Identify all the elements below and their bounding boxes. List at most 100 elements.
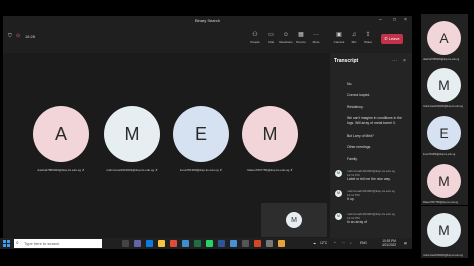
- avatar: A: [427, 21, 461, 55]
- settings-app-icon[interactable]: [242, 240, 249, 247]
- weather-temp[interactable]: 12°C: [320, 241, 327, 245]
- avatar: A: [33, 106, 89, 162]
- taskbar-clock[interactable]: 10:53 PM 4/21/2022: [382, 239, 396, 248]
- record-icon: ⊙: [16, 33, 21, 39]
- close-icon[interactable]: ×: [403, 58, 406, 64]
- reactions-button[interactable]: ☺ Reactions: [278, 31, 294, 47]
- gallery-name: mahmmad1934903@iksp.ks.edu.sg: [423, 105, 463, 108]
- gallery-tile[interactable]: M Mateo7807765@iksp.ks.edu.sg: [421, 157, 468, 205]
- title-bar: Binary Search – □ ×: [3, 16, 412, 26]
- chat-button[interactable]: ▭ Chat: [263, 31, 279, 47]
- participant-stage: A dawhat7880929@iksp.ks.edu.sg✗ M mahmma…: [3, 53, 330, 238]
- whatsapp-app-icon[interactable]: [206, 240, 213, 247]
- participant-tile[interactable]: E irena781380@iksp.ks.edu.sg✗: [173, 106, 229, 172]
- transcript-line: Other meetings.: [347, 145, 372, 149]
- share-button[interactable]: ⇪ Share: [360, 31, 376, 47]
- avatar: M: [427, 213, 461, 247]
- avatar: M: [242, 106, 298, 162]
- participant-name: irena781380@iksp.ks.edu.sg✗: [179, 168, 223, 172]
- word-app-icon[interactable]: [218, 240, 225, 247]
- app-icon[interactable]: [278, 240, 285, 247]
- self-video-tile[interactable]: M: [261, 203, 327, 237]
- volume-icon[interactable]: ♪: [350, 241, 352, 245]
- teams-meeting-window: Binary Search – □ × ⛉ ⊙ 16:28 ⚇ People ▭…: [3, 16, 412, 238]
- transcript-line: Family.: [347, 157, 358, 161]
- avatar: M: [335, 213, 342, 220]
- excel-app-icon[interactable]: [194, 240, 201, 247]
- transcript-line: Residency.: [347, 105, 364, 109]
- transcript-pane: Transcript ··· × No. Corona looped. Resi…: [330, 53, 412, 238]
- avatar: M: [104, 106, 160, 162]
- powerpoint-app-icon[interactable]: [254, 240, 261, 247]
- transcript-line: It up.: [347, 197, 355, 201]
- more-button[interactable]: ··· More: [308, 31, 324, 47]
- avatar: M: [335, 170, 342, 177]
- tray-chevron-icon[interactable]: ^: [334, 241, 336, 245]
- wifi-icon[interactable]: ◠: [342, 241, 345, 245]
- rooms-icon: ▦: [298, 32, 304, 38]
- language-indicator[interactable]: ENG: [360, 241, 367, 245]
- transcript-line: No.: [347, 82, 353, 86]
- task-view-icon[interactable]: [122, 240, 129, 247]
- zoom-app-icon[interactable]: [230, 240, 237, 247]
- more-icon[interactable]: ···: [392, 58, 397, 64]
- leave-button[interactable]: ✆Leave: [381, 34, 403, 44]
- people-button[interactable]: ⚇ People: [247, 31, 263, 47]
- transcript-line: We can't imagine in conditions in the lo…: [347, 116, 402, 125]
- participant-name: dawhat7880929@iksp.ks.edu.sg✗: [37, 168, 85, 172]
- gallery-name: Mateo7807765@iksp.ks.edu.sg: [423, 201, 459, 204]
- avatar: E: [427, 116, 461, 150]
- avatar: M: [427, 164, 461, 198]
- edge-app-icon[interactable]: [146, 240, 153, 247]
- meeting-toolbar: ⛉ ⊙ 16:28 ⚇ People ▭ Chat ☺ Reactions ▦ …: [3, 26, 412, 53]
- close-icon[interactable]: ×: [404, 18, 407, 23]
- participant-name: mahmmad1934903@iksp.ks.edu.sg✗: [106, 168, 158, 172]
- transcript-title: Transcript: [334, 58, 359, 64]
- maximize-icon[interactable]: □: [393, 18, 396, 23]
- more-icon: ···: [313, 32, 319, 38]
- participant-tile[interactable]: M mahmmad1934903@iksp.ks.edu.sg✗: [104, 106, 160, 172]
- weather-icon[interactable]: ☁: [313, 241, 316, 245]
- shield-icon: ⛉: [8, 33, 12, 39]
- notification-icon[interactable]: ▤: [404, 241, 407, 245]
- window-title: Binary Search: [194, 18, 221, 23]
- participant-tile[interactable]: A dawhat7880929@iksp.ks.edu.sg✗: [33, 106, 89, 172]
- office-app-icon[interactable]: [170, 240, 177, 247]
- teams-app-icon[interactable]: [134, 240, 141, 247]
- app-icon[interactable]: [266, 240, 273, 247]
- phone-icon: ✆: [384, 36, 388, 41]
- camera-icon: ▣: [336, 32, 342, 38]
- start-button[interactable]: [3, 240, 10, 247]
- avatar: M: [335, 190, 342, 197]
- gallery-tile[interactable]: E irena781380@iksp.ks.edu.sg: [421, 109, 468, 157]
- chat-icon: ▭: [268, 32, 274, 38]
- desktop-screen: Binary Search – □ × ⛉ ⊙ 16:28 ⚇ People ▭…: [0, 0, 474, 266]
- gallery-name: mahmmad1934903@iksp.ks.edu.sg: [423, 254, 463, 257]
- gallery-tile[interactable]: M mahmmad1934903@iksp.ks.edu.sg: [421, 206, 468, 258]
- file-explorer-icon[interactable]: [158, 240, 165, 247]
- taskbar-search-input[interactable]: ⌕ Type here to search: [14, 239, 102, 248]
- windows-taskbar: ⌕ Type here to search ☁ 12°C ^ ◠ ♪ ENG 1…: [0, 238, 412, 249]
- avatar: M: [286, 212, 302, 228]
- gallery-tile[interactable]: M mahmmad1934903@iksp.ks.edu.sg: [421, 61, 468, 109]
- minimize-icon[interactable]: –: [379, 18, 382, 23]
- transcript-line: In an array of: [347, 220, 367, 224]
- avatar: E: [173, 106, 229, 162]
- mail-app-icon[interactable]: [182, 240, 189, 247]
- transcript-line: Corona looped.: [347, 93, 371, 97]
- meeting-timer: 16:28: [25, 34, 36, 39]
- transcript-line: Label or tell me the nice way.: [347, 177, 391, 181]
- mic-off-icon: ✗: [219, 168, 223, 172]
- gallery-tile[interactable]: A dawhat7880929@iksp.ks.edu.sg: [421, 14, 468, 62]
- search-icon: ⌕: [16, 240, 19, 246]
- participant-name: Mateo7807765@iksp.ks.edu.sg✗: [247, 168, 293, 172]
- mic-off-icon: ✗: [155, 168, 158, 172]
- share-icon: ⇪: [365, 32, 371, 38]
- gallery-name: irena781380@iksp.ks.edu.sg: [423, 153, 456, 156]
- participant-tile[interactable]: M Mateo7807765@iksp.ks.edu.sg✗: [242, 106, 298, 172]
- reactions-icon: ☺: [282, 32, 290, 38]
- mic-off-icon: ✗: [81, 168, 85, 172]
- rooms-button[interactable]: ▦ Rooms: [293, 31, 309, 47]
- camera-button[interactable]: ▣ Camera: [331, 31, 347, 47]
- avatar: M: [427, 68, 461, 102]
